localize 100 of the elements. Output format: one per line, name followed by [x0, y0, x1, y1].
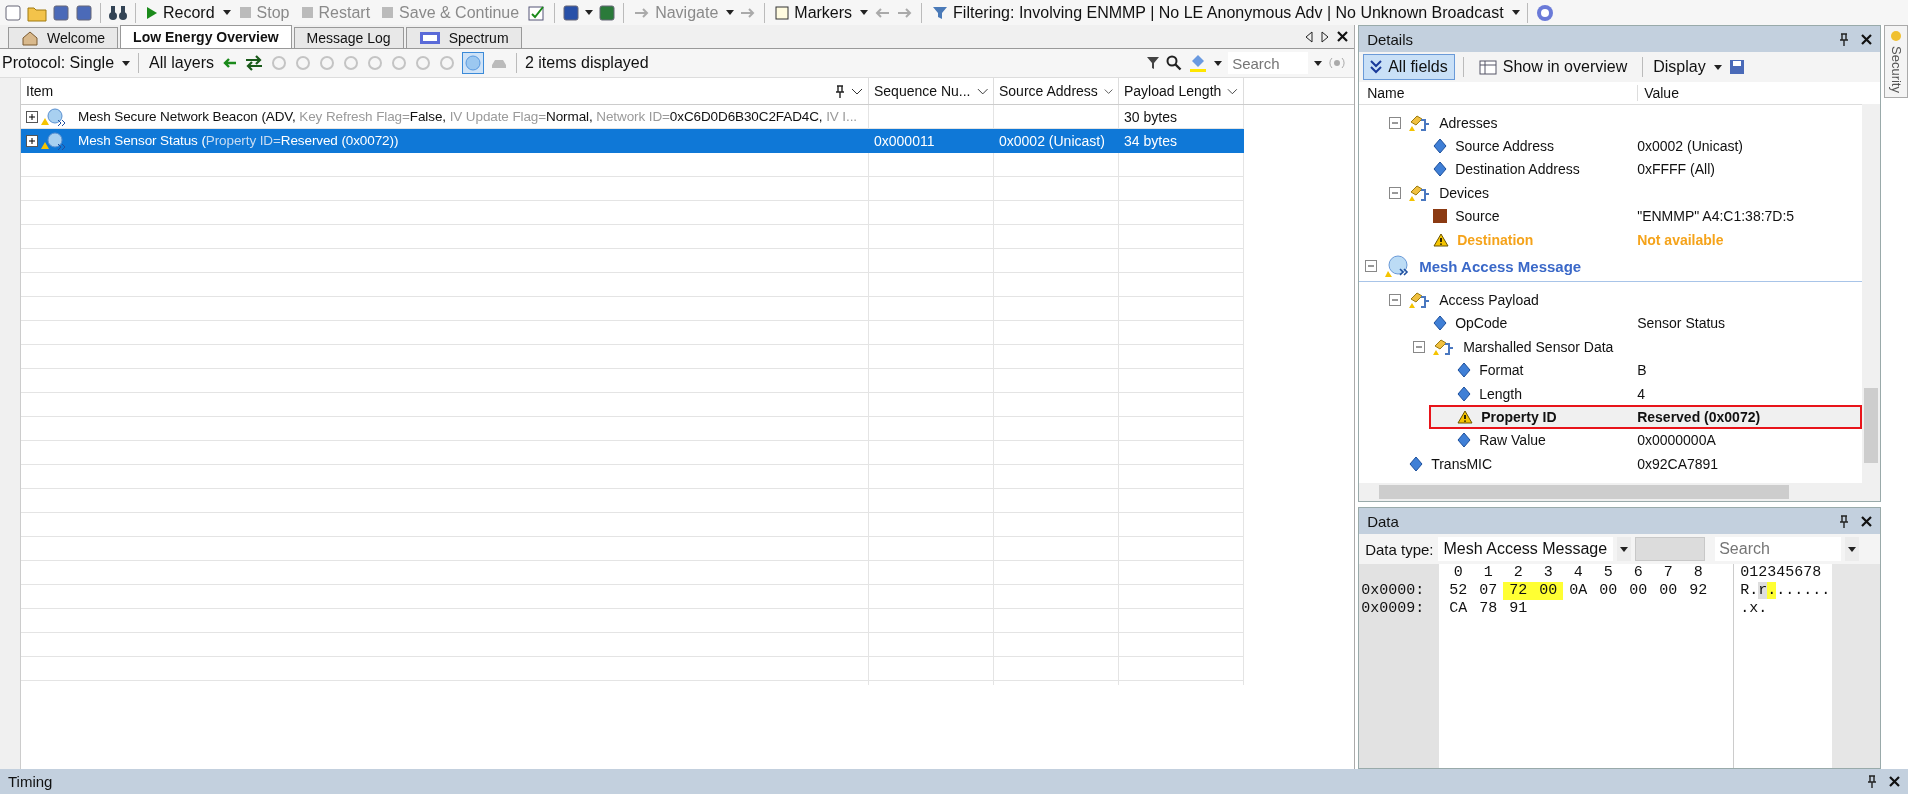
tree-row[interactable]: Devices [1359, 181, 1863, 205]
column-header[interactable]: Source Address [994, 78, 1119, 104]
tree-row[interactable]: TransMIC 0x92CA7891 [1359, 452, 1863, 476]
layers-button[interactable]: All layers [147, 54, 216, 72]
chevron-down-icon[interactable] [1103, 87, 1113, 95]
ascii-text[interactable]: ...... [1776, 582, 1831, 599]
tree-row[interactable]: Raw Value 0x0000000A [1359, 428, 1863, 453]
hex-byte[interactable]: 00 [1653, 582, 1684, 600]
caret-icon[interactable] [1214, 60, 1223, 66]
tree-row[interactable]: Source Address 0x0002 (Unicast) [1359, 134, 1863, 158]
search-field[interactable]: Search [1228, 52, 1309, 74]
expand-icon[interactable] [26, 134, 38, 147]
tree-row[interactable]: Adresses [1359, 111, 1863, 135]
caret-icon[interactable] [1314, 60, 1323, 66]
tree-row[interactable]: Mesh Access Message [1359, 251, 1863, 283]
caret-icon[interactable] [122, 60, 131, 66]
tree-row[interactable]: OpCode Sensor Status [1359, 311, 1863, 336]
tab[interactable]: Welcome [8, 27, 119, 48]
hex-byte[interactable]: 92 [1683, 582, 1714, 600]
hex-byte[interactable]: 91 [1503, 600, 1534, 618]
collapse-icon[interactable] [1413, 340, 1426, 353]
pin-icon[interactable] [835, 84, 845, 98]
pin-icon[interactable] [1839, 32, 1850, 46]
hex-byte[interactable]: 0A [1563, 582, 1594, 600]
save-all-icon[interactable] [75, 3, 93, 22]
globe-icon[interactable] [461, 52, 484, 74]
column-header[interactable]: Item [21, 78, 869, 104]
swap-arrows-icon[interactable] [243, 55, 264, 71]
close-icon[interactable] [1337, 31, 1349, 42]
horizontal-scrollbar[interactable] [1359, 483, 1881, 501]
caret-icon[interactable] [585, 10, 594, 15]
hex-byte[interactable]: 07 [1473, 582, 1504, 600]
caret-icon[interactable] [1713, 64, 1722, 70]
tree-row[interactable]: Length 4 [1359, 381, 1863, 406]
tree-row[interactable]: Format B [1359, 358, 1863, 382]
help-icon[interactable] [1534, 3, 1555, 22]
protocol-dropdown[interactable]: Protocol: Single [0, 54, 117, 72]
hex-byte[interactable]: 00 [1533, 582, 1564, 600]
ascii-text[interactable]: .x. [1740, 600, 1768, 617]
hex-byte[interactable]: 52 [1443, 582, 1474, 600]
binoculars-icon[interactable] [108, 3, 128, 22]
arrow-left-icon[interactable] [221, 56, 238, 70]
tab[interactable]: Low Energy Overview [120, 25, 292, 48]
chevron-down-icon[interactable] [976, 87, 988, 95]
caret-icon[interactable] [1511, 10, 1520, 15]
caret-icon[interactable] [860, 10, 869, 15]
ascii-text[interactable]: r [1758, 582, 1768, 599]
close-icon[interactable] [1861, 515, 1873, 527]
tree-row[interactable]: Property ID Reserved (0x0072) [1429, 405, 1863, 429]
vertical-scrollbar[interactable] [1862, 104, 1881, 483]
paint-bucket-icon[interactable] [1188, 53, 1209, 73]
save-icon[interactable] [1727, 58, 1746, 76]
column-header[interactable]: Value [1638, 85, 1679, 101]
collapse-icon[interactable] [1389, 186, 1402, 199]
hex-byte[interactable]: 72 [1503, 582, 1534, 600]
search-field[interactable]: Search [1715, 537, 1842, 561]
tree-row[interactable]: Access Payload [1359, 288, 1863, 312]
close-icon[interactable] [1861, 33, 1873, 45]
display-dropdown[interactable]: Display [1651, 58, 1708, 76]
collapse-icon[interactable] [1389, 294, 1402, 307]
side-tab[interactable]: Security [1884, 25, 1908, 98]
new-file-icon[interactable] [4, 3, 22, 22]
data-type-dropdown[interactable]: Mesh Access Message [1437, 537, 1614, 561]
pin-icon[interactable] [1839, 514, 1850, 528]
toolbar-button[interactable]: Record [143, 3, 218, 22]
hex-byte[interactable]: 78 [1473, 600, 1504, 618]
search-icon[interactable] [1166, 55, 1183, 71]
tree-row[interactable]: Destination Address 0xFFFF (All) [1359, 157, 1863, 182]
scroll-left-icon[interactable] [1305, 30, 1314, 43]
expand-icon[interactable] [26, 110, 38, 123]
items-count: 2 items displayed [524, 54, 649, 72]
caret-icon[interactable] [1620, 546, 1629, 552]
filter-dropdown[interactable]: Filtering: Involving ENMMP | No LE Anonymous Adv | No Unknown Broadcast [929, 3, 1507, 22]
ascii-text[interactable]: . [1767, 582, 1777, 599]
scroll-right-icon[interactable] [1321, 30, 1330, 43]
tree-row[interactable]: Source "ENMMP" A4:C1:38:7D:5 [1359, 204, 1863, 228]
caret-icon[interactable] [222, 10, 231, 15]
pin-icon[interactable] [1867, 775, 1877, 788]
chevron-down-icon[interactable] [1227, 87, 1238, 95]
chevron-down-icon[interactable] [851, 87, 863, 95]
collapse-icon[interactable] [1365, 260, 1378, 273]
collapse-icon[interactable] [1389, 116, 1402, 129]
column-header[interactable]: Sequence Nu... [869, 78, 994, 104]
hex-byte[interactable]: CA [1443, 600, 1474, 618]
table-row[interactable]: Mesh Sensor Status (Property ID=Reserved (0x0072)) 0x000011 0x0002 (Unicast) 34 bytes [21, 129, 1244, 153]
tree-row[interactable]: Marshalled Sensor Data [1359, 335, 1863, 359]
save-icon[interactable] [52, 3, 70, 22]
toolbar-button[interactable]: Markers [772, 3, 856, 22]
column-header[interactable]: Payload Length [1119, 78, 1244, 104]
ascii-text[interactable]: R. [1740, 582, 1759, 599]
toggle-button[interactable]: All fields [1363, 54, 1455, 80]
column-header[interactable]: Name [1359, 85, 1639, 101]
filter-icon[interactable] [1146, 56, 1161, 70]
hex-byte[interactable]: 00 [1593, 582, 1624, 600]
tab[interactable]: Message Log [293, 27, 404, 48]
toggle-button[interactable]: Show in overview [1471, 54, 1635, 80]
caret-icon[interactable] [1848, 546, 1857, 552]
hex-byte[interactable]: 00 [1623, 582, 1654, 600]
close-icon[interactable] [1889, 776, 1900, 787]
tab[interactable]: Spectrum [405, 27, 522, 48]
